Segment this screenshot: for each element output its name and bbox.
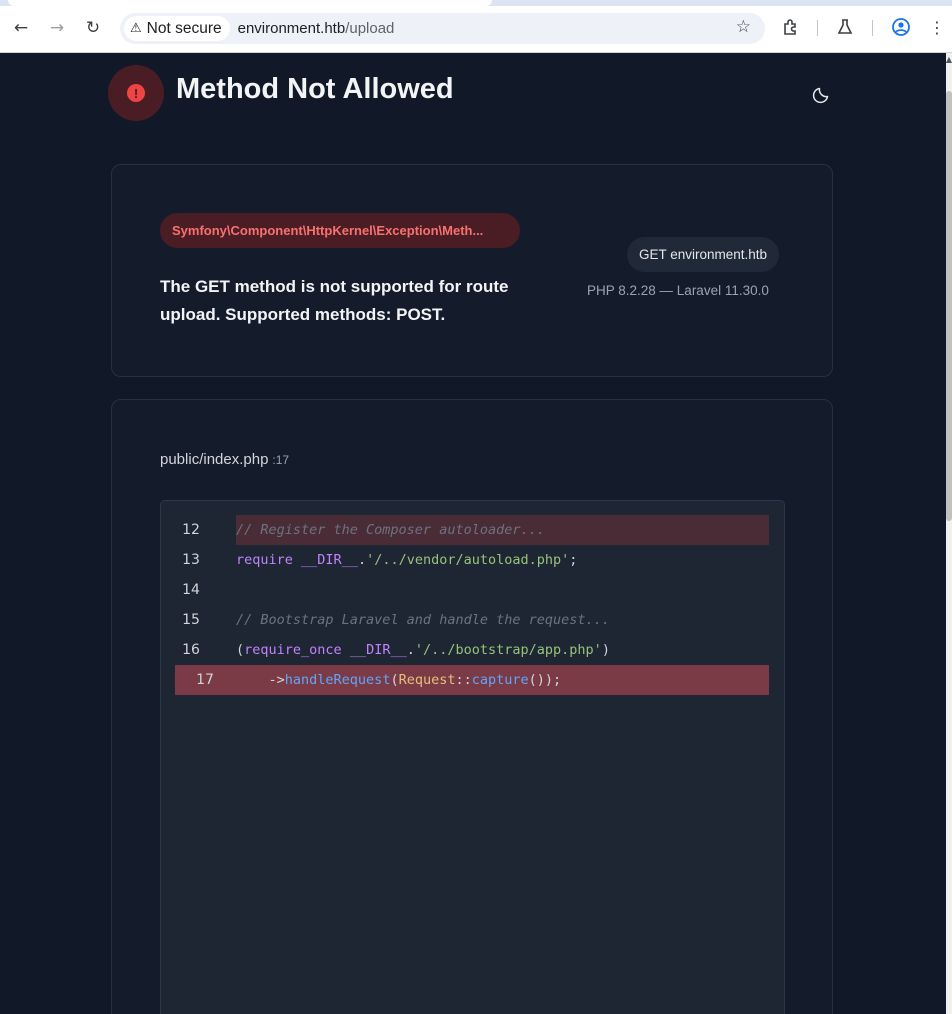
code-operator: . [406, 642, 415, 658]
frame-file-path[interactable]: public/index.php:17 [160, 451, 289, 468]
forward-icon[interactable]: → [44, 15, 70, 41]
warning-icon: ⚠ [130, 21, 142, 36]
profile-icon[interactable] [890, 16, 912, 38]
code-operator: . [357, 552, 367, 568]
toolbar-separator [872, 20, 873, 36]
code-string: '/../vendor/autoload.php' [366, 552, 570, 568]
line-number: 15 [182, 612, 200, 628]
code-text: // Register the Composer autoloader... [236, 515, 769, 545]
url-host: environment.htb [237, 20, 346, 37]
code-punct: ( [236, 642, 245, 658]
page-title: Method Not Allowed [176, 73, 454, 105]
code-operator: :: [455, 672, 472, 688]
code-text: ->handleRequest(Request::capture()); [236, 672, 562, 688]
back-icon[interactable]: ← [8, 15, 34, 41]
address-bar[interactable]: ⚠ Not secure environment.htb/upload ☆ [120, 13, 765, 44]
code-text: // Bootstrap Laravel and handle the requ… [236, 612, 610, 628]
url-text[interactable]: environment.htb/upload [238, 20, 395, 37]
labs-flask-icon[interactable] [834, 16, 856, 38]
file-line-number: :17 [272, 453, 290, 467]
code-string: '/../bootstrap/app.php' [414, 642, 602, 658]
exception-message: The GET method is not supported for rout… [160, 277, 509, 324]
code-constant: __DIR__ [301, 552, 358, 568]
exclamation-icon: ! [127, 84, 145, 102]
line-number: 14 [182, 582, 200, 598]
code-comment: // Register the Composer autoloader... [236, 522, 545, 538]
code-text: require __DIR__.'/../vendor/autoload.php… [236, 552, 577, 568]
code-operator: -> [236, 672, 285, 688]
exception-class-badge[interactable]: Symfony\Component\HttpKernel\Exception\M… [160, 213, 520, 248]
code-snippet: 12 // Register the Composer autoloader..… [160, 500, 785, 1014]
file-name: public/index.php [160, 451, 269, 468]
code-line: 13 require __DIR__.'/../vendor/autoload.… [161, 545, 769, 575]
toolbar-separator [817, 20, 818, 36]
page-scrollbar[interactable] [946, 53, 952, 1014]
browser-toolbar: ← → ↻ ⚠ Not secure environment.htb/uploa… [0, 0, 952, 53]
scroll-up-arrow-icon[interactable]: ▲ [946, 55, 952, 64]
dark-mode-moon-icon[interactable] [808, 80, 836, 108]
code-text: (require_once __DIR__.'/../bootstrap/app… [236, 642, 610, 658]
code-comment: // Bootstrap Laravel and handle the requ… [236, 612, 610, 628]
url-path: /upload [345, 20, 395, 37]
error-icon-badge: ! [108, 65, 164, 121]
code-constant: __DIR__ [349, 642, 407, 658]
code-punct: ()); [528, 672, 562, 688]
stack-frame-card: public/index.php:17 12 // Register the C… [111, 399, 833, 1014]
code-line: 12 // Register the Composer autoloader..… [161, 515, 769, 545]
code-line: 15 // Bootstrap Laravel and handle the r… [161, 605, 769, 635]
code-keyword: require_once [244, 642, 342, 658]
line-number: 16 [182, 642, 200, 658]
exception-summary-card: Symfony\Component\HttpKernel\Exception\M… [111, 164, 833, 377]
request-badge[interactable]: GET environment.htb [627, 237, 780, 272]
security-label: Not secure [146, 19, 222, 37]
code-method: capture [471, 672, 529, 688]
code-line-highlighted: 17 ->handleRequest(Request::capture()); [175, 665, 769, 695]
code-punct: ) [601, 642, 610, 658]
security-chip[interactable]: ⚠ Not secure [124, 16, 230, 41]
reload-icon[interactable]: ↻ [80, 15, 106, 41]
line-number: 12 [182, 522, 200, 538]
tab-strip [0, 0, 952, 6]
line-number: 13 [182, 552, 200, 568]
error-page: ! Method Not Allowed Symfony\Component\H… [0, 53, 946, 1014]
active-tab[interactable] [8, 0, 492, 6]
code-keyword: require [236, 552, 293, 568]
version-info: PHP 8.2.28 — Laravel 11.30.0 [587, 283, 769, 298]
extensions-icon[interactable] [780, 16, 802, 38]
code-line: 16 (require_once __DIR__.'/../bootstrap/… [161, 635, 769, 665]
code-method: handleRequest [284, 672, 391, 688]
code-punct: ; [569, 552, 578, 568]
line-number: 17 [196, 672, 214, 688]
menu-kebab-icon[interactable]: ⋮ [926, 16, 948, 38]
code-punct: ( [390, 672, 399, 688]
scrollbar-thumb[interactable] [946, 91, 952, 521]
code-line: 14 [161, 575, 769, 605]
bookmark-star-icon[interactable]: ☆ [736, 17, 751, 37]
code-class: Request [398, 672, 456, 688]
